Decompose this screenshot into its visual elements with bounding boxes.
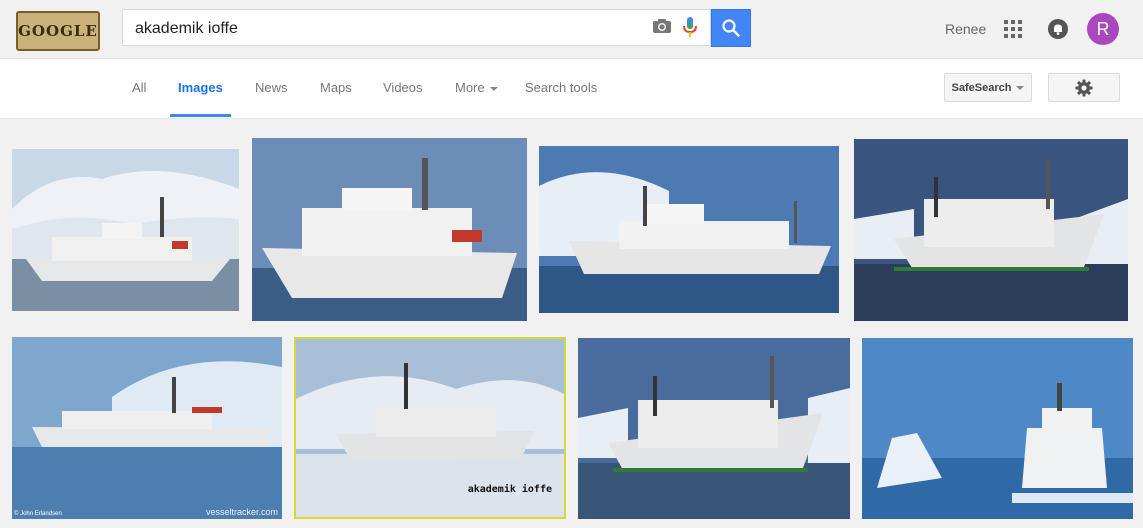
tab-more[interactable]: More (455, 80, 498, 95)
top-bar: GOOGLE Renee R (0, 0, 1143, 59)
chevron-down-icon (489, 86, 498, 91)
image-result-4[interactable] (854, 139, 1128, 321)
image-result-7[interactable] (578, 338, 850, 519)
search-box[interactable] (122, 9, 711, 47)
camera-icon[interactable] (652, 18, 672, 34)
tab-maps[interactable]: Maps (320, 80, 352, 95)
image-caption: akademik ioffe (467, 484, 552, 495)
microphone-icon[interactable] (682, 16, 698, 38)
search-input[interactable] (133, 10, 637, 47)
safesearch-label: SafeSearch (951, 81, 1012, 94)
tab-news[interactable]: News (255, 80, 288, 95)
active-tab-indicator (170, 114, 231, 117)
user-name[interactable]: Renee (945, 21, 986, 37)
logo-text: GOOGLE (18, 22, 98, 40)
image-result-5[interactable]: © John Erlandsen vesseltracker.com (12, 337, 282, 519)
image-credit: © John Erlandsen (14, 511, 62, 517)
tab-search-tools[interactable]: Search tools (525, 80, 597, 95)
apps-grid-icon[interactable] (1004, 20, 1022, 38)
image-result-1[interactable] (12, 149, 239, 311)
avatar[interactable]: R (1087, 13, 1119, 45)
image-result-6[interactable]: akademik ioffe (294, 337, 566, 519)
safesearch-button[interactable]: SafeSearch (944, 73, 1032, 102)
search-icon (722, 19, 740, 37)
settings-button[interactable] (1048, 73, 1120, 102)
search-button[interactable] (711, 9, 751, 47)
tab-all[interactable]: All (132, 80, 146, 95)
search-tabs-bar: All Images News Maps Videos More Search … (0, 59, 1143, 119)
notifications-icon[interactable] (1047, 18, 1069, 40)
tab-more-label: More (455, 80, 485, 95)
image-watermark: vesseltracker.com (205, 507, 278, 517)
gear-icon (1075, 79, 1093, 96)
image-result-3[interactable] (539, 146, 839, 313)
tab-videos[interactable]: Videos (383, 80, 423, 95)
tab-images[interactable]: Images (178, 80, 223, 95)
chevron-down-icon (1016, 85, 1025, 90)
image-result-8[interactable] (862, 338, 1133, 519)
image-result-2[interactable] (252, 138, 527, 321)
google-doodle-logo[interactable]: GOOGLE (16, 11, 100, 51)
